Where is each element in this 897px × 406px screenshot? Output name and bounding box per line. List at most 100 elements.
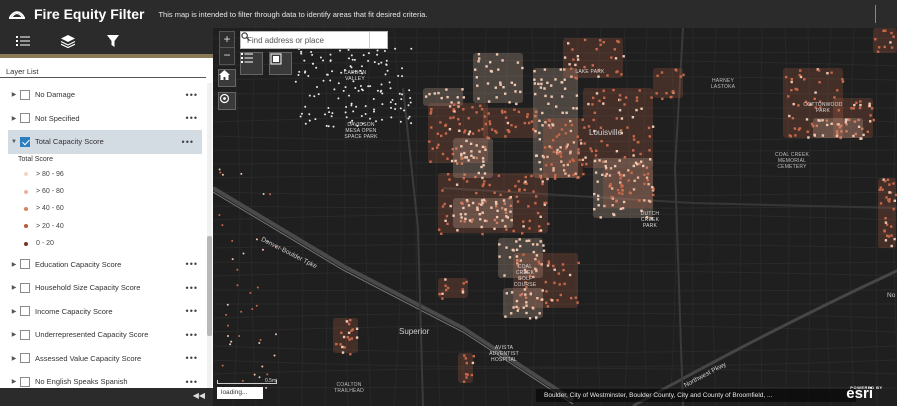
parcel-dot bbox=[537, 82, 540, 86]
zoom-in-button[interactable]: + bbox=[220, 32, 234, 48]
layer-options-icon[interactable]: ••• bbox=[186, 330, 198, 340]
parcel-dot bbox=[564, 123, 567, 127]
layer-row[interactable]: ▶ Not Specified ••• bbox=[0, 107, 206, 131]
basemap-layers-button[interactable] bbox=[45, 28, 90, 54]
chevron-right-icon[interactable]: ▶ bbox=[10, 308, 18, 315]
parcel-dot bbox=[236, 284, 239, 287]
parcel-dot bbox=[436, 132, 440, 135]
layer-row[interactable]: ▼ Total Capacity Score ••• bbox=[8, 130, 202, 154]
parcel-dot bbox=[401, 67, 403, 70]
app-root: Fire Equity Filter This map is intended … bbox=[0, 0, 897, 406]
chevron-right-icon[interactable]: ▶ bbox=[10, 378, 18, 385]
parcel-dot bbox=[616, 188, 620, 192]
parcel-dot bbox=[640, 107, 643, 110]
layer-row[interactable]: ▶ Education Capacity Score ••• bbox=[0, 252, 206, 276]
chevron-right-icon[interactable]: ▶ bbox=[10, 355, 18, 362]
layer-options-icon[interactable]: ••• bbox=[186, 306, 198, 316]
layer-row[interactable]: ▶ Income Capacity Score ••• bbox=[0, 299, 206, 323]
parcel-dot bbox=[582, 172, 585, 176]
map-label-carbon-valley: CARBON VALLEY bbox=[343, 70, 367, 82]
parcel-dot bbox=[495, 96, 498, 99]
parcel-dot bbox=[533, 82, 537, 85]
list-icon bbox=[241, 53, 253, 63]
parcel-dot bbox=[341, 345, 344, 349]
parcel-dot bbox=[593, 159, 597, 163]
layer-options-icon[interactable]: ••• bbox=[186, 377, 198, 387]
parcel-dot bbox=[788, 114, 791, 118]
layer-visibility-checkbox[interactable] bbox=[20, 113, 30, 124]
parcel-dot bbox=[457, 118, 460, 121]
parcel-dot bbox=[844, 121, 847, 124]
parcel-dot bbox=[561, 263, 565, 266]
parcel-dot bbox=[446, 95, 449, 99]
parcel-dot bbox=[635, 163, 639, 166]
chevron-right-icon[interactable]: ▶ bbox=[10, 115, 18, 122]
layer-options-icon[interactable]: ••• bbox=[186, 353, 198, 363]
layer-row[interactable]: ▶ No English Speaks Spanish ••• bbox=[0, 370, 206, 388]
layer-visibility-checkbox[interactable] bbox=[20, 353, 30, 364]
parcel-dot bbox=[535, 154, 538, 157]
layer-visibility-checkbox[interactable] bbox=[20, 329, 30, 340]
parcel-dot bbox=[550, 163, 553, 166]
parcel-dot bbox=[616, 39, 619, 43]
search-button[interactable] bbox=[241, 32, 387, 48]
parcel-dot bbox=[792, 102, 795, 106]
chevron-right-icon[interactable]: ▶ bbox=[10, 331, 18, 338]
parcel-dot bbox=[448, 178, 451, 181]
layer-visibility-checkbox[interactable] bbox=[20, 306, 30, 317]
layer-options-icon[interactable]: ••• bbox=[186, 259, 198, 269]
layer-visibility-checkbox[interactable] bbox=[20, 136, 30, 147]
parcel-dot bbox=[803, 78, 806, 81]
chevron-down-icon[interactable]: ▼ bbox=[10, 139, 18, 145]
filter-button[interactable] bbox=[90, 28, 135, 54]
layer-list-button[interactable] bbox=[0, 28, 45, 54]
layer-visibility-checkbox[interactable] bbox=[20, 259, 30, 270]
scrollbar-thumb[interactable] bbox=[207, 236, 212, 336]
parcel-dot bbox=[567, 42, 570, 45]
parcel-dot bbox=[452, 103, 456, 106]
parcel-dot bbox=[810, 122, 814, 126]
parcel-dot bbox=[344, 86, 347, 89]
layer-options-icon[interactable]: ••• bbox=[182, 137, 194, 147]
parcel-dot bbox=[463, 354, 466, 357]
parcel-dot bbox=[602, 102, 605, 105]
chevron-right-icon[interactable]: ▶ bbox=[10, 284, 18, 291]
chevron-right-icon[interactable]: ▶ bbox=[10, 261, 18, 268]
parcel-dot bbox=[553, 268, 556, 271]
parcel-dot bbox=[576, 176, 579, 179]
layer-row[interactable]: ▶ No Damage ••• bbox=[0, 83, 206, 107]
home-button[interactable] bbox=[218, 69, 236, 87]
locate-button[interactable] bbox=[218, 92, 236, 110]
layer-options-icon[interactable]: ••• bbox=[186, 90, 198, 100]
parcel-dot bbox=[635, 99, 639, 102]
map-view[interactable]: CARBON VALLEY LAKE PARK HARNEY LASTOKA C… bbox=[213, 28, 897, 406]
layer-visibility-checkbox[interactable] bbox=[20, 282, 30, 293]
parcel-dot bbox=[409, 97, 412, 99]
layer-row[interactable]: ▶ Household Size Capacity Score ••• bbox=[0, 276, 206, 300]
layer-options-icon[interactable]: ••• bbox=[186, 113, 198, 123]
chevron-right-icon[interactable]: ▶ bbox=[10, 91, 18, 98]
parcel-dot bbox=[346, 336, 350, 339]
parcel-cluster-area bbox=[473, 53, 523, 103]
parcel-dot bbox=[503, 274, 506, 277]
parcel-dot bbox=[401, 75, 404, 78]
parcel-dot bbox=[445, 88, 448, 91]
layer-options-icon[interactable]: ••• bbox=[186, 283, 198, 293]
parcel-dot bbox=[477, 171, 480, 175]
parcel-dot bbox=[650, 96, 653, 99]
map-canvas[interactable] bbox=[213, 28, 897, 406]
legend-toggle-button[interactable] bbox=[240, 52, 263, 75]
parcel-dot bbox=[508, 101, 511, 104]
layer-visibility-checkbox[interactable] bbox=[20, 376, 30, 387]
collapse-panel-icon[interactable]: ◀◀ bbox=[193, 391, 205, 400]
parcel-dot bbox=[409, 101, 412, 104]
parcel-dot bbox=[518, 238, 521, 241]
zoom-out-button[interactable]: − bbox=[220, 48, 234, 64]
search-input[interactable] bbox=[241, 32, 369, 48]
parcel-dot bbox=[536, 243, 539, 246]
parcel-dot bbox=[475, 144, 478, 147]
layer-row[interactable]: ▶ Assessed Value Capacity Score ••• bbox=[0, 346, 206, 370]
basemap-gallery-button[interactable] bbox=[269, 52, 292, 75]
layer-row[interactable]: ▶ Underrepresented Capacity Score ••• bbox=[0, 323, 206, 347]
layer-visibility-checkbox[interactable] bbox=[20, 89, 30, 100]
